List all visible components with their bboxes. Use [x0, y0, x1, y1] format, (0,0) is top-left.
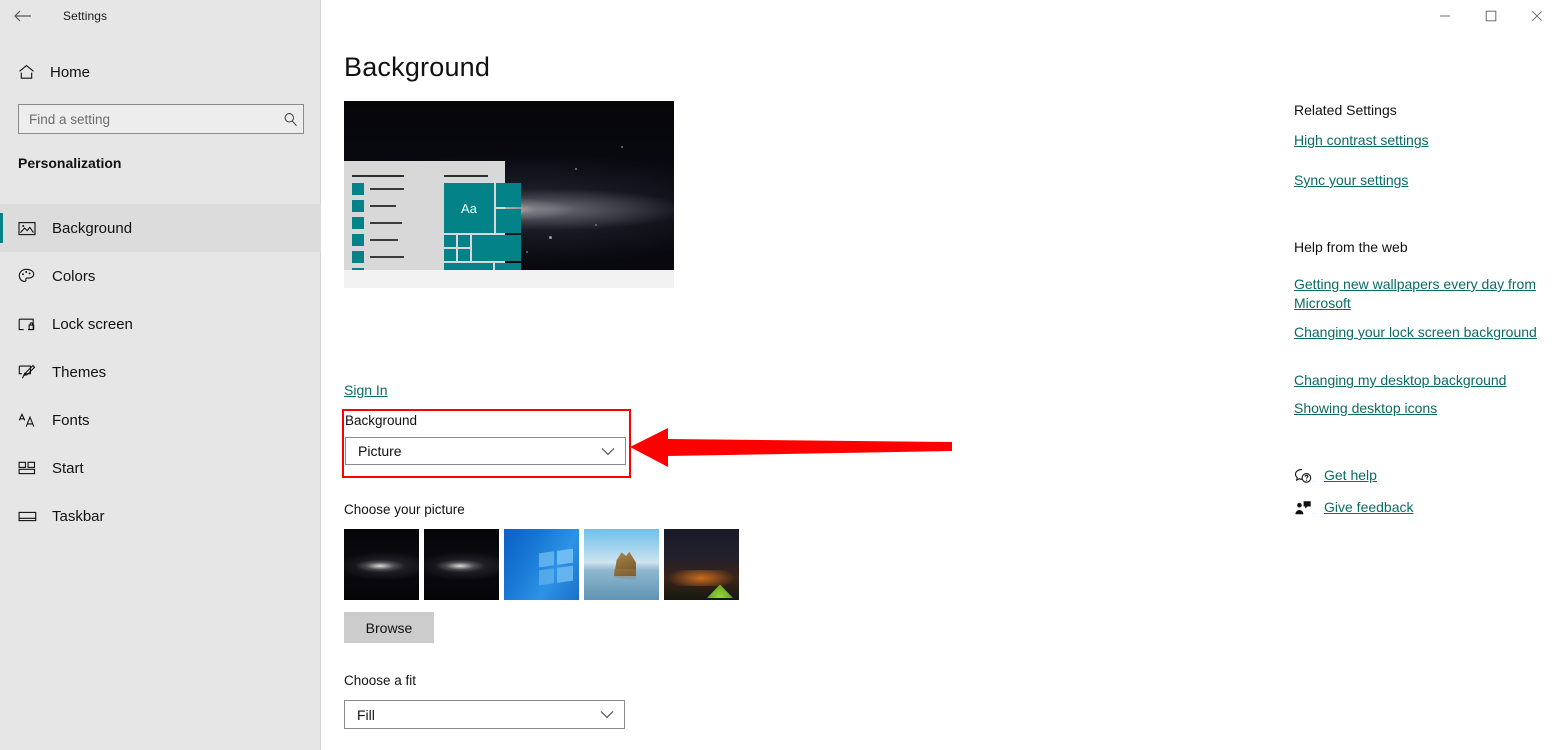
picture-thumbnail-night-camp[interactable]: [664, 529, 739, 600]
help-link-desktop-icons[interactable]: Showing desktop icons: [1294, 399, 1539, 418]
search-input[interactable]: [19, 111, 277, 127]
sidebar-item-taskbar[interactable]: Taskbar: [0, 492, 321, 540]
palette-icon: [18, 268, 42, 284]
help-bubble-icon: [1294, 468, 1324, 484]
give-feedback-row[interactable]: Give feedback: [1294, 498, 1414, 517]
choose-fit-label: Choose a fit: [344, 673, 417, 688]
help-from-web-title: Help from the web: [1294, 239, 1408, 255]
get-help-link[interactable]: Get help: [1324, 466, 1377, 485]
sidebar-item-start[interactable]: Start: [0, 444, 321, 492]
title-bar: Settings: [0, 0, 321, 32]
background-label: Background: [345, 413, 418, 428]
brush-icon: [18, 364, 42, 380]
sidebar-item-label: Colors: [52, 267, 96, 285]
picture-thumbnail-galaxy-1[interactable]: [344, 529, 419, 600]
related-link-sync-settings[interactable]: Sync your settings: [1294, 171, 1408, 190]
sidebar-nav: Background Colors Lock screen Themes Fon…: [0, 204, 321, 540]
desktop-preview: Aa: [344, 101, 674, 288]
sidebar-item-label: Background: [52, 219, 133, 237]
related-link-high-contrast[interactable]: High contrast settings: [1294, 131, 1429, 150]
sidebar-item-label: Fonts: [52, 411, 90, 429]
sidebar-item-lock-screen[interactable]: Lock screen: [0, 300, 321, 348]
background-setting-group: Background Picture: [342, 409, 631, 478]
sign-in-link[interactable]: Sign In: [344, 382, 388, 398]
help-link-desktop-background[interactable]: Changing my desktop background: [1294, 371, 1539, 390]
background-dropdown-value: Picture: [358, 443, 402, 459]
fit-dropdown-value: Fill: [357, 706, 375, 723]
browse-button[interactable]: Browse: [344, 612, 434, 643]
image-icon: [18, 221, 42, 236]
font-icon: [18, 412, 42, 428]
chevron-down-icon: [601, 447, 615, 456]
preview-tile-aa: Aa: [444, 183, 494, 233]
picture-thumbnail-windows-logo-blue[interactable]: [504, 529, 579, 600]
fit-dropdown[interactable]: Fill: [344, 700, 625, 729]
home-icon: [18, 64, 40, 80]
sidebar-item-label: Start: [52, 459, 84, 477]
app-title: Settings: [63, 9, 108, 23]
sidebar-item-label: Taskbar: [52, 507, 105, 525]
chevron-down-icon: [600, 710, 614, 719]
taskbar-icon: [18, 510, 42, 523]
search-icon[interactable]: [277, 112, 303, 127]
sidebar-item-label: Lock screen: [52, 315, 133, 333]
picture-thumbnail-galaxy-2[interactable]: [424, 529, 499, 600]
background-dropdown[interactable]: Picture: [345, 437, 626, 465]
picture-thumbnail-beach-rock[interactable]: [584, 529, 659, 600]
related-settings-title: Related Settings: [1294, 102, 1397, 118]
sidebar-item-home[interactable]: Home: [0, 54, 321, 90]
preview-start-menu: Aa: [344, 161, 521, 288]
sidebar-item-label: Themes: [52, 363, 107, 381]
help-link-new-wallpapers[interactable]: Getting new wallpapers every day from Mi…: [1294, 275, 1539, 313]
search-box[interactable]: [18, 104, 304, 134]
help-link-lock-screen-background[interactable]: Changing your lock screen background: [1294, 323, 1539, 342]
choose-picture-label: Choose your picture: [344, 502, 465, 517]
sidebar-item-label-home: Home: [50, 63, 91, 81]
sidebar-item-themes[interactable]: Themes: [0, 348, 321, 396]
related-settings-rail: Related Settings High contrast settings …: [1294, 0, 1560, 750]
settings-window: Settings Home Personalization: [0, 0, 1560, 750]
preview-taskbar: [344, 270, 674, 288]
give-feedback-link[interactable]: Give feedback: [1324, 498, 1414, 517]
sidebar-section-title: Personalization: [18, 155, 122, 171]
lock-screen-icon: [18, 317, 42, 332]
feedback-person-icon: [1294, 500, 1324, 516]
page-title: Background: [344, 52, 491, 82]
sidebar-item-fonts[interactable]: Fonts: [0, 396, 321, 444]
start-tiles-icon: [18, 461, 42, 475]
back-arrow-icon[interactable]: [0, 0, 46, 32]
get-help-row[interactable]: Get help: [1294, 466, 1377, 485]
sidebar: Settings Home Personalization: [0, 0, 321, 750]
picture-thumbnail-list: [344, 529, 739, 600]
sidebar-item-colors[interactable]: Colors: [0, 252, 321, 300]
sidebar-item-background[interactable]: Background: [0, 204, 321, 252]
